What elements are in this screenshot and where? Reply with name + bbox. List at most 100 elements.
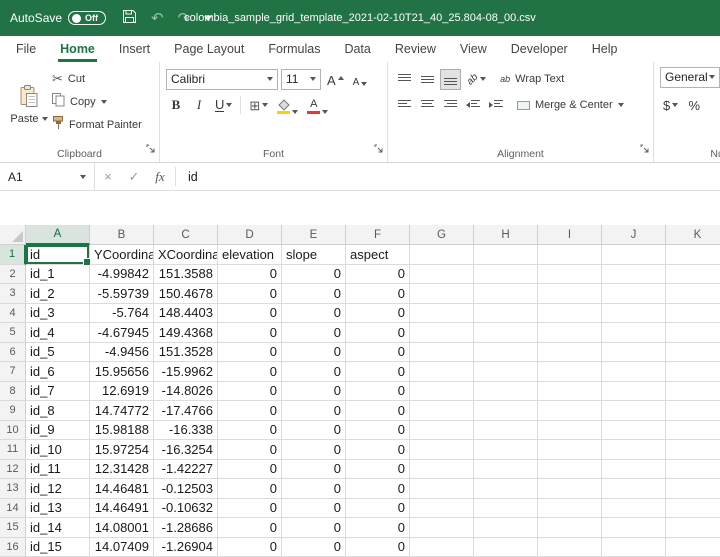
cell-D15[interactable]: 0	[218, 518, 282, 538]
cell-J13[interactable]	[602, 479, 666, 499]
cell-K6[interactable]	[666, 343, 720, 363]
underline-button[interactable]: U	[212, 95, 235, 116]
cell-B8[interactable]: 12.6919	[90, 382, 154, 402]
row-header-7[interactable]: 7	[0, 362, 26, 382]
tab-review[interactable]: Review	[383, 36, 448, 62]
cell-J10[interactable]	[602, 421, 666, 441]
font-color-button[interactable]: A	[304, 95, 331, 116]
cell-F2[interactable]: 0	[346, 265, 410, 285]
row-header-16[interactable]: 16	[0, 538, 26, 557]
cell-D8[interactable]: 0	[218, 382, 282, 402]
cell-B13[interactable]: 14.46481	[90, 479, 154, 499]
cell-F12[interactable]: 0	[346, 460, 410, 480]
select-all-corner[interactable]	[0, 225, 26, 245]
row-header-9[interactable]: 9	[0, 401, 26, 421]
cell-I6[interactable]	[538, 343, 602, 363]
row-header-14[interactable]: 14	[0, 499, 26, 519]
merge-center-button[interactable]: Merge & Center	[517, 95, 624, 116]
row-header-15[interactable]: 15	[0, 518, 26, 538]
cell-B5[interactable]: -4.67945	[90, 323, 154, 343]
number-format-select[interactable]: General	[660, 67, 720, 88]
cell-F5[interactable]: 0	[346, 323, 410, 343]
cell-J12[interactable]	[602, 460, 666, 480]
row-header-4[interactable]: 4	[0, 304, 26, 324]
cell-F11[interactable]: 0	[346, 440, 410, 460]
cell-F7[interactable]: 0	[346, 362, 410, 382]
top-align-button[interactable]	[394, 69, 414, 90]
increase-font-button[interactable]: A	[324, 69, 347, 90]
cell-K5[interactable]	[666, 323, 720, 343]
cell-E12[interactable]: 0	[282, 460, 346, 480]
cell-D11[interactable]: 0	[218, 440, 282, 460]
cell-H15[interactable]	[474, 518, 538, 538]
decrease-font-button[interactable]: A	[350, 69, 371, 90]
cell-A5[interactable]: id_4	[26, 323, 90, 343]
cell-F16[interactable]: 0	[346, 538, 410, 557]
cell-E8[interactable]: 0	[282, 382, 346, 402]
cell-A1[interactable]: id	[26, 245, 90, 265]
cell-I16[interactable]	[538, 538, 602, 557]
cell-G1[interactable]	[410, 245, 474, 265]
cell-A15[interactable]: id_14	[26, 518, 90, 538]
cell-E3[interactable]: 0	[282, 284, 346, 304]
cell-D4[interactable]: 0	[218, 304, 282, 324]
cell-A2[interactable]: id_1	[26, 265, 90, 285]
column-header-J[interactable]: J	[602, 225, 666, 245]
copy-button[interactable]: Copy	[52, 91, 142, 112]
cell-E9[interactable]: 0	[282, 401, 346, 421]
column-header-E[interactable]: E	[282, 225, 346, 245]
cell-H13[interactable]	[474, 479, 538, 499]
row-header-2[interactable]: 2	[0, 265, 26, 285]
cell-G5[interactable]	[410, 323, 474, 343]
cell-I1[interactable]	[538, 245, 602, 265]
cell-C2[interactable]: 151.3588	[154, 265, 218, 285]
clipboard-dialog-launcher[interactable]	[146, 141, 156, 159]
cell-K12[interactable]	[666, 460, 720, 480]
cell-E7[interactable]: 0	[282, 362, 346, 382]
cell-A10[interactable]: id_9	[26, 421, 90, 441]
cell-J5[interactable]	[602, 323, 666, 343]
currency-format-button[interactable]: $	[660, 95, 681, 116]
cell-I11[interactable]	[538, 440, 602, 460]
increase-indent-button[interactable]	[486, 95, 506, 116]
cell-B3[interactable]: -5.59739	[90, 284, 154, 304]
cell-C4[interactable]: 148.4403	[154, 304, 218, 324]
font-dialog-launcher[interactable]	[374, 141, 384, 159]
bold-button[interactable]: B	[166, 95, 186, 116]
cell-F6[interactable]: 0	[346, 343, 410, 363]
cell-B1[interactable]: YCoordina	[90, 245, 154, 265]
cell-C11[interactable]: -16.3254	[154, 440, 218, 460]
cell-J7[interactable]	[602, 362, 666, 382]
cell-G16[interactable]	[410, 538, 474, 557]
cell-A3[interactable]: id_2	[26, 284, 90, 304]
cell-F13[interactable]: 0	[346, 479, 410, 499]
cell-G4[interactable]	[410, 304, 474, 324]
cell-E15[interactable]: 0	[282, 518, 346, 538]
cell-I3[interactable]	[538, 284, 602, 304]
column-header-C[interactable]: C	[154, 225, 218, 245]
row-header-6[interactable]: 6	[0, 343, 26, 363]
cell-C7[interactable]: -15.9962	[154, 362, 218, 382]
cell-J6[interactable]	[602, 343, 666, 363]
cell-B16[interactable]: 14.07409	[90, 538, 154, 557]
cell-A7[interactable]: id_6	[26, 362, 90, 382]
cell-H1[interactable]	[474, 245, 538, 265]
paste-button[interactable]: Paste	[6, 66, 52, 144]
cell-G13[interactable]	[410, 479, 474, 499]
cell-K15[interactable]	[666, 518, 720, 538]
column-header-H[interactable]: H	[474, 225, 538, 245]
cell-H5[interactable]	[474, 323, 538, 343]
cell-I14[interactable]	[538, 499, 602, 519]
cell-C15[interactable]: -1.28686	[154, 518, 218, 538]
alignment-dialog-launcher[interactable]	[640, 141, 650, 159]
cell-C6[interactable]: 151.3528	[154, 343, 218, 363]
cell-J1[interactable]	[602, 245, 666, 265]
cell-C12[interactable]: -1.42227	[154, 460, 218, 480]
cell-E16[interactable]: 0	[282, 538, 346, 557]
cell-C9[interactable]: -17.4766	[154, 401, 218, 421]
cell-E6[interactable]: 0	[282, 343, 346, 363]
column-header-A[interactable]: A	[26, 225, 90, 245]
cell-A16[interactable]: id_15	[26, 538, 90, 557]
percent-format-button[interactable]: %	[684, 95, 704, 116]
cell-D14[interactable]: 0	[218, 499, 282, 519]
